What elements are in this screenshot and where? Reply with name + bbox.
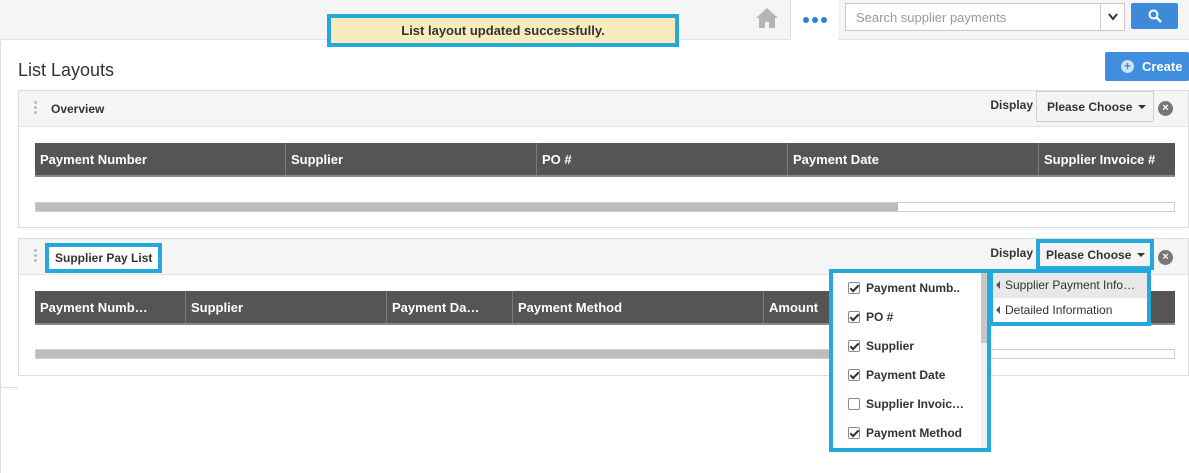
checkbox[interactable]	[848, 339, 860, 352]
checkbox[interactable]	[848, 368, 860, 381]
chevron-down-icon	[1107, 13, 1118, 21]
scrollbar-thumb[interactable]	[981, 273, 987, 343]
checkbox[interactable]	[848, 281, 860, 294]
column-header[interactable]: Supplier Invoice #	[1039, 143, 1175, 175]
dot-icon	[811, 17, 818, 23]
checkbox[interactable]	[848, 426, 860, 439]
drag-handle-icon[interactable]	[34, 101, 38, 115]
column-option-label: Payment Date	[866, 367, 946, 382]
panel-name: Overview	[51, 102, 105, 116]
drag-handle-icon[interactable]	[34, 249, 38, 263]
column-option[interactable]: Payment Method	[833, 418, 987, 447]
panel-name: Supplier Pay List	[45, 243, 163, 273]
display-label: Display	[990, 98, 1033, 112]
checkbox[interactable]	[848, 397, 860, 410]
column-option[interactable]: Supplier Invoic…	[833, 389, 987, 418]
caret-down-icon	[1138, 104, 1147, 109]
dot-icon	[820, 17, 827, 23]
display-select[interactable]: Please Choose	[1036, 91, 1154, 122]
more-options-button[interactable]	[791, 0, 838, 40]
search-dropdown-toggle[interactable]	[1100, 4, 1124, 30]
sidebar-divider	[0, 387, 18, 388]
column-chooser-menu: Payment Numb.. PO # Supplier Payment Dat…	[829, 269, 991, 452]
column-header[interactable]: Supplier	[286, 143, 537, 175]
column-header[interactable]: Payment Number	[35, 143, 286, 175]
display-select-value: Please Choose	[1047, 99, 1133, 114]
plus-icon: +	[1121, 60, 1134, 73]
search-icon	[1148, 9, 1162, 23]
checkbox[interactable]	[848, 310, 860, 323]
success-toast: List layout updated successfully.	[327, 14, 679, 47]
column-option[interactable]: PO #	[833, 302, 987, 331]
column-header[interactable]: Payment Method	[513, 291, 764, 323]
column-header[interactable]: Supplier	[186, 291, 387, 323]
search-button[interactable]	[1131, 3, 1178, 29]
display-select-value: Please Choose	[1046, 247, 1132, 262]
column-option-label: PO #	[866, 309, 894, 324]
column-option-label: Supplier Invoic…	[866, 396, 965, 411]
column-header[interactable]: Payment Numb…	[35, 291, 186, 323]
close-icon[interactable]: ×	[1158, 250, 1173, 265]
scrollbar-thumb[interactable]	[36, 350, 836, 358]
caret-down-icon	[1137, 252, 1146, 257]
layout-panel-overview: Overview Display Please Choose × Payment…	[18, 90, 1189, 228]
horizontal-scrollbar[interactable]	[35, 202, 1175, 212]
column-option[interactable]: Payment Numb..	[833, 273, 987, 302]
column-option-label: Payment Method	[866, 425, 963, 440]
panel-header: Overview Display Please Choose ×	[19, 91, 1188, 127]
display-option[interactable]: Detailed Information	[993, 298, 1147, 323]
column-header[interactable]: Payment Date	[788, 143, 1039, 175]
page-title: List Layouts	[18, 60, 115, 80]
column-header[interactable]: PO #	[537, 143, 788, 175]
column-option-label: Supplier	[866, 338, 915, 353]
column-option[interactable]: Payment Date	[833, 360, 987, 389]
column-option-label: Payment Numb..	[866, 280, 961, 295]
scrollbar-thumb[interactable]	[36, 203, 898, 211]
display-options-menu: Supplier Payment Info… Detailed Informat…	[989, 269, 1151, 326]
create-button-label: Create	[1142, 59, 1183, 74]
column-option[interactable]: Supplier	[833, 331, 987, 360]
dot-icon	[802, 17, 809, 23]
display-label: Display	[990, 246, 1033, 260]
search-input[interactable]	[846, 4, 1100, 30]
create-button[interactable]: + Create	[1105, 52, 1189, 81]
close-icon[interactable]: ×	[1158, 101, 1173, 116]
menu-scrollbar[interactable]	[981, 273, 987, 448]
column-header[interactable]: Payment Da…	[387, 291, 513, 323]
search-box	[845, 3, 1125, 31]
home-icon[interactable]	[752, 4, 782, 32]
display-select[interactable]: Please Choose	[1036, 239, 1154, 270]
column-header-row: Payment Number Supplier PO # Payment Dat…	[35, 143, 1175, 177]
horizontal-scrollbar[interactable]	[35, 349, 1175, 359]
display-option[interactable]: Supplier Payment Info…	[993, 273, 1147, 298]
